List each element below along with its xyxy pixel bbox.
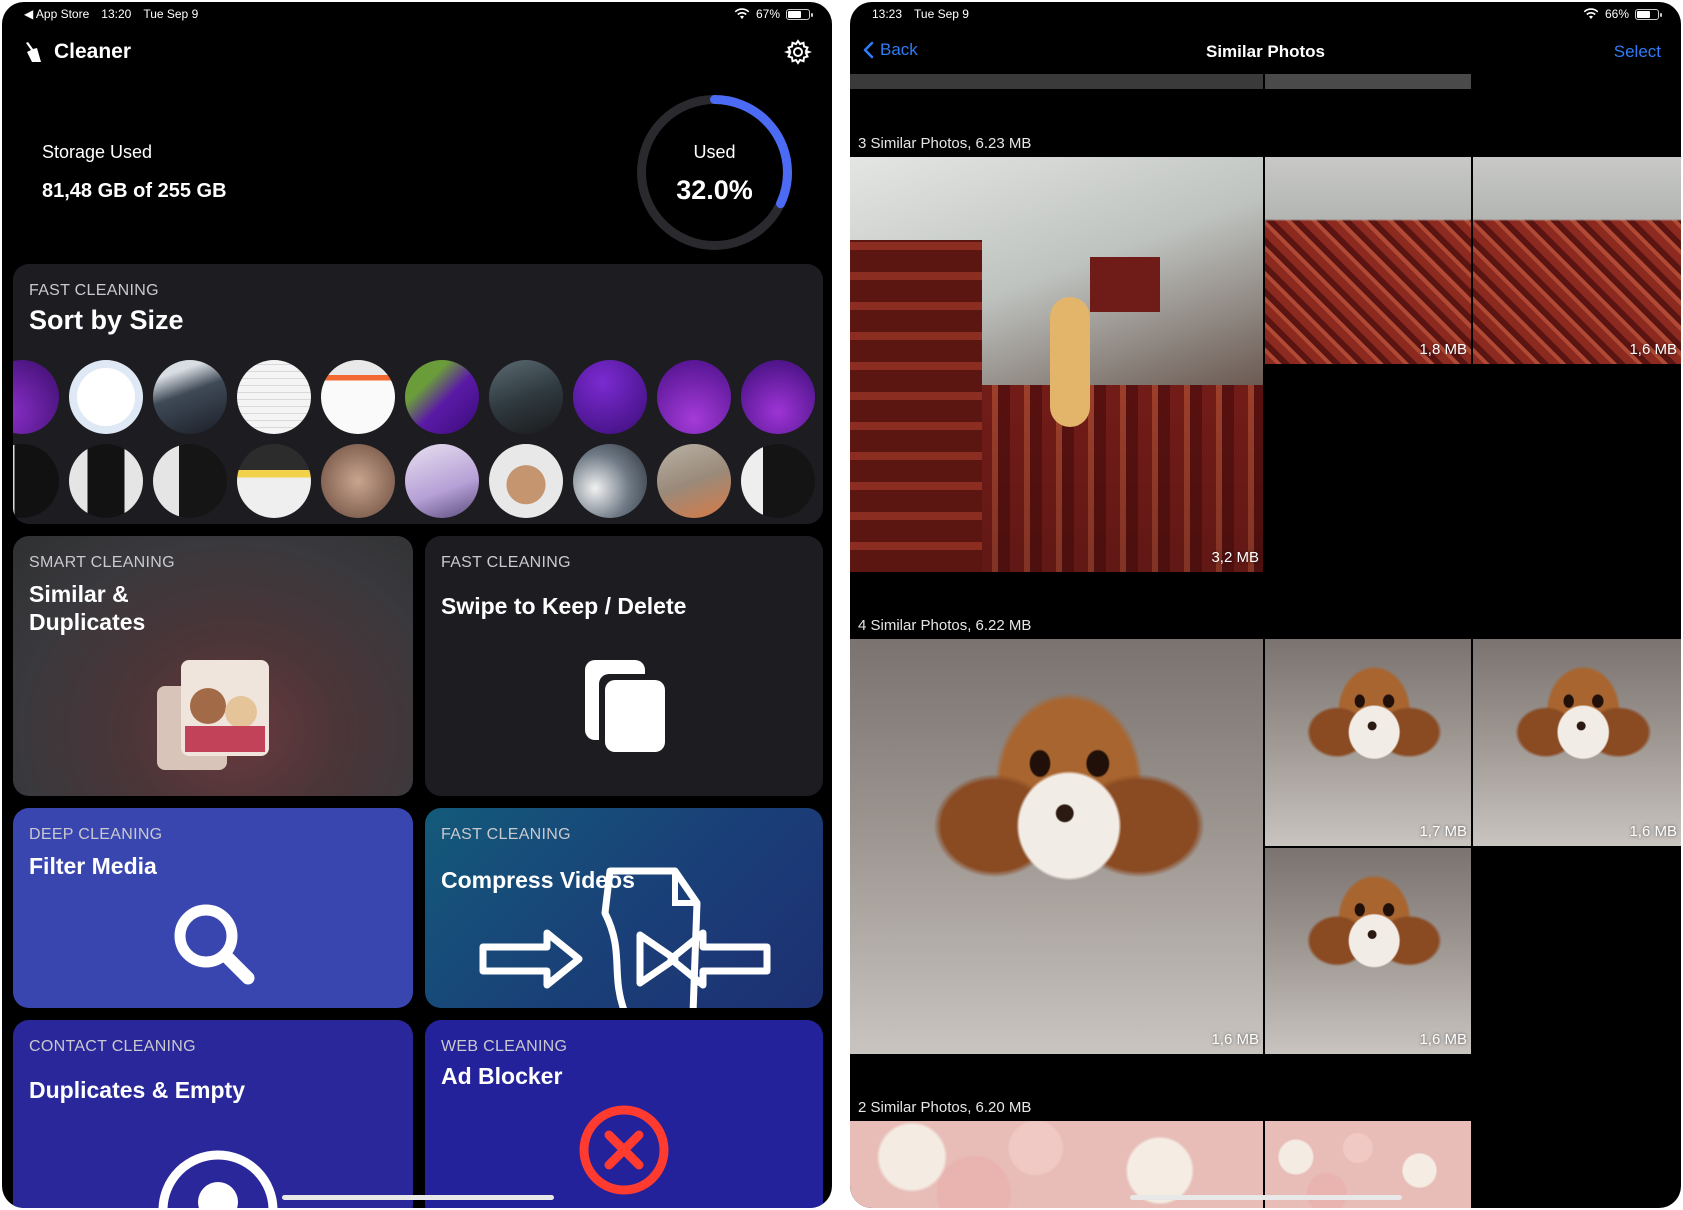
sort-by-size-card[interactable]: FAST CLEANING Sort by Size — [13, 264, 823, 524]
media-thumbnail[interactable] — [405, 360, 479, 434]
similar-photos-screen: 13:23 Tue Sep 9 66% Back Similar Photos … — [850, 2, 1681, 1208]
media-thumbnail[interactable] — [237, 360, 311, 434]
photo-thumbnail[interactable] — [1265, 74, 1471, 89]
photo-size: 3,2 MB — [1211, 549, 1259, 566]
block-x-icon — [579, 1105, 669, 1195]
select-button[interactable]: Select — [1614, 42, 1661, 62]
swipe-keep-delete-card[interactable]: FAST CLEANING Swipe to Keep / Delete — [425, 536, 823, 796]
media-thumbnail[interactable] — [657, 444, 731, 518]
media-thumbnail[interactable] — [489, 444, 563, 518]
compress-video-icon — [479, 867, 771, 1008]
cleaner-app-screen: ◀ App Store 13:20 Tue Sep 9 67% Cleaner … — [2, 2, 832, 1208]
storage-usage-ring: Used 32.0% — [632, 90, 797, 255]
wifi-icon — [1583, 8, 1599, 20]
media-thumbnail[interactable] — [153, 360, 227, 434]
photo-thumbnail[interactable]: 1,6 MB — [1265, 848, 1471, 1054]
photo-thumbnail[interactable]: 3,2 MB — [850, 157, 1263, 572]
magnifier-icon — [174, 904, 255, 985]
contact-person-icon — [158, 1150, 278, 1208]
settings-gear-icon[interactable] — [784, 38, 812, 66]
card-title-line-2: Duplicates — [29, 609, 146, 635]
media-thumbnail[interactable] — [321, 360, 395, 434]
home-indicator[interactable] — [1130, 1195, 1402, 1200]
media-thumbnail[interactable] — [573, 444, 647, 518]
home-indicator[interactable] — [282, 1195, 554, 1200]
thumbnail-row-2 — [13, 444, 823, 518]
media-thumbnail[interactable] — [13, 444, 59, 518]
stacked-photos-icon — [157, 660, 269, 770]
photo-thumbnail[interactable] — [850, 74, 1263, 89]
status-date: Tue Sep 9 — [143, 7, 199, 21]
status-date: Tue Sep 9 — [914, 7, 969, 21]
card-category: SMART CLEANING — [29, 554, 175, 571]
battery-icon — [1635, 8, 1662, 20]
media-thumbnail[interactable] — [657, 360, 731, 434]
ring-label: Used — [693, 142, 736, 162]
compress-videos-card[interactable]: FAST CLEANING Compress Videos — [425, 808, 823, 1008]
photo-thumbnail[interactable]: 1,6 MB — [850, 639, 1263, 1054]
card-title: Ad Blocker — [441, 1063, 563, 1089]
storage-value: 81,48 GB of 255 GB — [42, 180, 227, 202]
status-time: 13:23 — [872, 7, 903, 21]
card-title-line-1: Similar & — [29, 581, 129, 607]
ring-percent: 32.0% — [676, 175, 753, 205]
photo-size: 1,6 MB — [1629, 341, 1677, 358]
filter-media-card[interactable]: DEEP CLEANING Filter Media — [13, 808, 413, 1008]
battery-icon — [786, 8, 813, 20]
group-header: 2 Similar Photos, 6.20 MB — [858, 1099, 1032, 1116]
card-category: FAST CLEANING — [29, 282, 159, 299]
status-bar: ◀ App Store 13:20 Tue Sep 9 67% — [2, 2, 832, 26]
battery-percent: 66% — [1604, 7, 1629, 21]
wifi-icon — [734, 8, 750, 20]
back-to-app-store[interactable]: ◀ App Store — [24, 7, 89, 21]
photo-thumbnail[interactable]: 1,6 MB — [1473, 157, 1681, 364]
app-header: Cleaner — [24, 32, 812, 72]
card-title: Filter Media — [29, 853, 157, 879]
media-thumbnail[interactable] — [69, 360, 143, 434]
media-thumbnail[interactable] — [13, 360, 59, 434]
media-thumbnail[interactable] — [153, 444, 227, 518]
photo-thumbnail[interactable]: 1,6 MB — [1473, 639, 1681, 846]
group-header: 3 Similar Photos, 6.23 MB — [858, 135, 1032, 152]
card-category: DEEP CLEANING — [29, 826, 163, 843]
status-time: 13:20 — [101, 7, 132, 21]
group-header: 4 Similar Photos, 6.22 MB — [858, 617, 1032, 634]
photo-size: 1,8 MB — [1419, 341, 1467, 358]
app-title: Cleaner — [54, 40, 132, 63]
card-category: CONTACT CLEANING — [29, 1038, 196, 1055]
photo-thumbnail[interactable]: 1,8 MB — [1265, 157, 1471, 364]
status-bar: 13:23 Tue Sep 9 66% — [850, 2, 1681, 26]
media-thumbnail[interactable] — [741, 444, 815, 518]
photo-size: 1,7 MB — [1419, 823, 1467, 840]
media-thumbnail[interactable] — [321, 444, 395, 518]
card-category: FAST CLEANING — [441, 826, 571, 843]
card-title: Sort by Size — [29, 305, 184, 335]
page-title: Similar Photos — [1205, 42, 1326, 61]
thumbnail-row-1 — [13, 360, 823, 434]
similar-duplicates-card[interactable]: SMART CLEANING Similar & Duplicates — [13, 536, 413, 796]
storage-label: Storage Used — [42, 142, 153, 162]
contact-cleaning-card[interactable]: CONTACT CLEANING Duplicates & Empty — [13, 1020, 413, 1208]
card-title: Swipe to Keep / Delete — [441, 593, 687, 619]
media-thumbnail[interactable] — [573, 360, 647, 434]
ad-blocker-card[interactable]: WEB CLEANING Ad Blocker — [425, 1020, 823, 1208]
photo-size: 1,6 MB — [1419, 1031, 1467, 1048]
photo-thumbnail[interactable]: 1,7 MB — [1265, 639, 1471, 846]
photo-size: 1,6 MB — [1211, 1031, 1259, 1048]
navigation-bar: Back Similar Photos Select — [850, 34, 1681, 70]
broom-logo-icon — [26, 42, 41, 62]
swipe-cards-icon — [585, 660, 667, 754]
card-category: FAST CLEANING — [441, 554, 571, 571]
card-category: WEB CLEANING — [441, 1038, 568, 1055]
card-title: Duplicates & Empty — [29, 1077, 245, 1103]
photo-size: 1,6 MB — [1629, 823, 1677, 840]
media-thumbnail[interactable] — [741, 360, 815, 434]
battery-percent: 67% — [755, 7, 780, 21]
media-thumbnail[interactable] — [237, 444, 311, 518]
media-thumbnail[interactable] — [489, 360, 563, 434]
media-thumbnail[interactable] — [405, 444, 479, 518]
media-thumbnail[interactable] — [69, 444, 143, 518]
